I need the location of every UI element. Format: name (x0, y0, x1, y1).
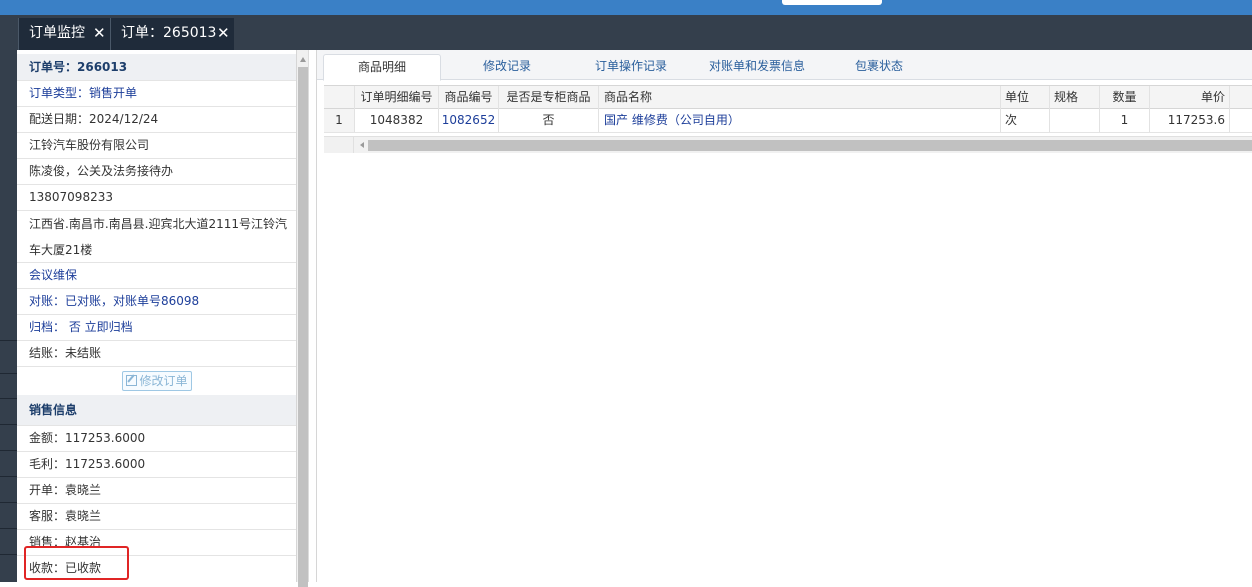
grid-horizontal-scrollbar[interactable] (324, 136, 1252, 153)
order-note: 会议维保 (17, 263, 296, 289)
address-line: 车大厦21楼 (29, 243, 93, 257)
payment-highlight-box (24, 546, 129, 580)
top-bar (0, 0, 1252, 15)
rail-divider (0, 450, 17, 451)
cell-product-name[interactable]: 国产 维修费（公司自用） (599, 109, 1001, 132)
edit-order-label: 修改订单 (139, 374, 188, 388)
cell-unit: 次 (1001, 109, 1050, 132)
top-search-box[interactable] (782, 0, 882, 5)
header-product-name[interactable]: 商品名称 (599, 86, 1001, 109)
gross-profit: 毛利：117253.6000 (17, 452, 296, 478)
phone-number: 13807098233 (17, 185, 296, 211)
tab-order-detail[interactable]: 订单：265013 ✕ (110, 18, 234, 50)
rail-divider (0, 528, 17, 529)
header-unit-price[interactable]: 单价 (1150, 86, 1230, 109)
order-info-panel: 订单号：266013 订单类型：销售开单 配送日期：2024/12/24 江铃汽… (17, 50, 297, 582)
scrollbar-thumb[interactable] (298, 67, 308, 587)
header-counter-product[interactable]: 是否是专柜商品 (499, 86, 599, 109)
address-line: 江西省.南昌市.南昌县.迎宾北大道2111号江铃汽 (29, 217, 287, 231)
table-row[interactable]: 1 1048382 1082652 否 国产 维修费（公司自用） 次 1 117… (324, 109, 1252, 133)
delivery-date: 配送日期：2024/12/24 (17, 107, 296, 133)
header-quantity[interactable]: 数量 (1100, 86, 1150, 109)
header-unit[interactable]: 单位 (1001, 86, 1050, 109)
header-index (324, 86, 355, 109)
scrollbar-corner (324, 137, 354, 153)
grid-header: 订单明细编号 商品编号 是否是专柜商品 商品名称 单位 规格 数量 单价 (324, 85, 1252, 109)
scroll-left-icon[interactable] (360, 142, 364, 148)
sales-amount: 金额：117253.6000 (17, 426, 296, 452)
edit-icon (126, 375, 138, 386)
cell-detail-no: 1048382 (355, 109, 439, 132)
close-icon[interactable]: ✕ (217, 18, 230, 48)
cell-counter-product: 否 (499, 109, 599, 132)
left-panel-scrollbar[interactable] (297, 50, 309, 587)
cell-spec (1050, 109, 1100, 132)
archive-status[interactable]: 归档： 否 立即归档 (17, 315, 296, 341)
tab-order-monitor-label: 订单监控 (29, 25, 85, 41)
edit-order-button[interactable]: 修改订单 (122, 371, 192, 391)
row-index: 1 (324, 109, 355, 132)
rail-divider (0, 476, 17, 477)
issuer: 开单：袁晓兰 (17, 478, 296, 504)
tab-operation-log[interactable]: 订单操作记录 (579, 57, 683, 81)
contact-person: 陈凌俊，公关及法务接待办 (17, 159, 296, 185)
settlement-status: 结账：未结账 (17, 341, 296, 367)
scroll-up-icon[interactable] (300, 57, 306, 62)
tab-statement-invoice[interactable]: 对账单和发票信息 (699, 57, 815, 81)
cell-quantity: 1 (1100, 109, 1150, 132)
close-icon[interactable]: ✕ (93, 18, 106, 48)
header-detail-no[interactable]: 订单明细编号 (355, 86, 439, 109)
tab-order-monitor[interactable]: 订单监控 ✕ (18, 18, 110, 50)
header-spec[interactable]: 规格 (1050, 86, 1100, 109)
rail-divider (0, 398, 17, 399)
tab-product-details[interactable]: 商品明细 (323, 54, 441, 81)
tab-strip: 订单监控 ✕ 订单：265013 ✕ (0, 15, 1252, 50)
tab-order-detail-label: 订单：265013 (121, 25, 217, 41)
rail-divider (0, 424, 17, 425)
detail-panel: 商品明细 修改记录 订单操作记录 对账单和发票信息 包裹状态 订单明细编号 商品… (317, 50, 1252, 582)
order-type: 订单类型：销售开单 (17, 81, 296, 107)
sales-section-title: 销售信息 (17, 395, 296, 426)
left-rail (0, 50, 17, 582)
delivery-address: 江西省.南昌市.南昌县.迎宾北大道2111号江铃汽 车大厦21楼 (17, 211, 296, 263)
rail-divider (0, 373, 17, 374)
rail-divider (0, 554, 17, 555)
cell-product-no[interactable]: 1082652 (439, 109, 499, 132)
rail-divider (0, 502, 17, 503)
company-name: 江铃汽车股份有限公司 (17, 133, 296, 159)
detail-tabs: 商品明细 修改记录 订单操作记录 对账单和发票信息 包裹状态 (317, 50, 1252, 81)
order-number: 订单号：266013 (17, 54, 296, 81)
panel-gutter (309, 50, 317, 582)
cell-unit-price: 117253.6 (1150, 109, 1230, 132)
reconciliation-status[interactable]: 对账：已对账，对账单号86098 (17, 289, 296, 315)
scrollbar-thumb[interactable] (368, 140, 1252, 151)
tab-change-log[interactable]: 修改记录 (465, 57, 549, 81)
customer-service: 客服：袁晓兰 (17, 504, 296, 530)
rail-divider (0, 340, 17, 341)
header-product-no[interactable]: 商品编号 (439, 86, 499, 109)
tab-package-status[interactable]: 包裹状态 (841, 57, 917, 81)
